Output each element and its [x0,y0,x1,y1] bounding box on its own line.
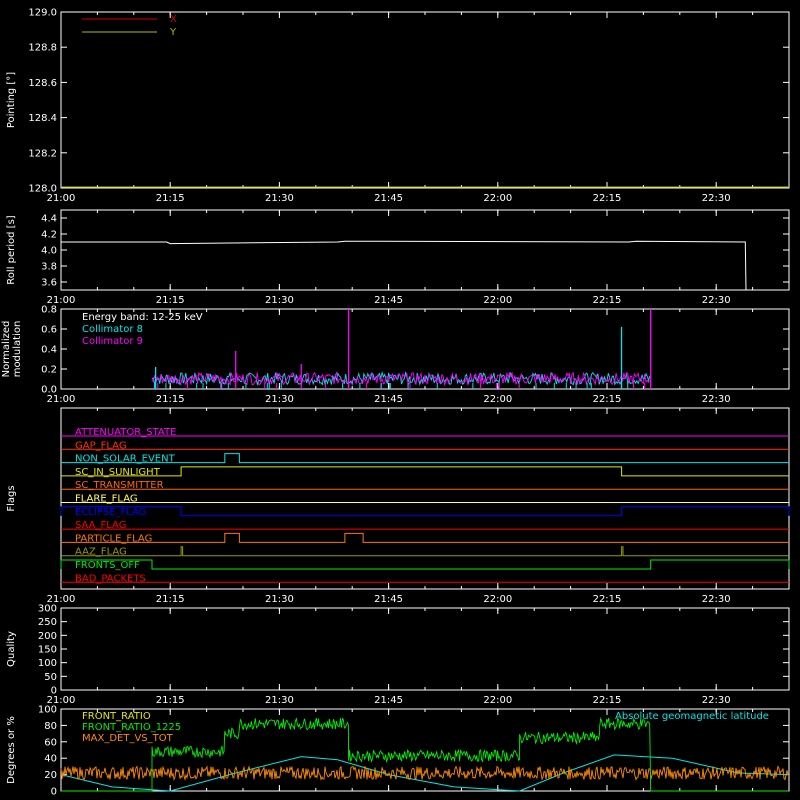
panel-frame [60,11,790,189]
y-tick-label: 50 [44,672,57,683]
panel-pointing: 21:00 21:15 21:30 21:45 22:00 22:15 22:30 Point… [6,8,790,204]
panel-modulation: 21:00 21:15 21:30 21:45 22:00 22:15 22:30 Norma… [1,305,790,405]
legend-label-collimator: Collimator 8 [82,324,143,335]
x-tick-label: 22:30 [702,695,731,706]
legend-label-ratio: FRONT_RATIO [82,711,151,722]
y-tick-label: 129.0 [28,8,57,19]
y-tick-label: 0.4 [41,345,57,356]
legend-label-ratio: FRONT_RATIO_1225 [82,722,181,733]
y-tick-label: 0.2 [41,365,57,376]
y-tick-label: 80 [44,721,57,732]
x-tick-label: 22:30 [702,193,731,204]
x-tick-label: 21:30 [265,594,294,605]
y-tick-label: 0 [51,787,57,798]
x-tick-label: 22:30 [702,394,731,405]
x-tick-label: 22:00 [483,594,512,605]
x-tick-label: 21:45 [374,695,403,706]
y-tick-label: 100 [38,658,57,669]
x-tick-label: 21:30 [265,295,294,306]
x-tick-label: 22:30 [702,295,731,306]
y-tick-label: 128.0 [28,184,57,195]
x-tick-label: 21:45 [374,394,403,405]
y-tick-label: 0.0 [41,385,57,396]
x-tick-label: 21:15 [156,295,185,306]
y-tick-label: 20 [44,770,57,781]
y-tick-label: 3.6 [41,278,57,289]
x-tick-label: 21:15 [156,594,185,605]
y-tick-label: 4.4 [41,214,57,225]
y-tick-label: 0.8 [41,305,57,316]
x-tick-label: 22:15 [593,295,622,306]
x-tick-label: 21:30 [265,695,294,706]
chart-canvas: 21:00 21:15 21:30 21:45 22:00 22:15 22:30 Point… [1,8,790,798]
x-tick-label: 22:15 [593,193,622,204]
x-tick-label: 22:15 [593,394,622,405]
x-tick-label: 21:00 [47,193,76,204]
panel-frame [60,209,790,291]
legend-label-x: X [170,14,177,25]
panel-roll: 21:00 21:15 21:30 21:45 22:00 22:15 22:30Roll … [6,209,790,306]
flag-label-eclipse-flag: ECLIPSE_FLAG [75,507,146,518]
flag-trace-fronts-off [60,559,790,570]
x-tick-label: 21:45 [374,295,403,306]
y-tick-label: 4.2 [41,230,57,241]
x-tick-label: 21:45 [374,594,403,605]
x-tick-label: 21:15 [156,193,185,204]
y-axis-label: Degrees or % [6,716,17,784]
panel-quality: 21:00 21:15 21:30 21:45 22:00 22:15 22:30Quali… [6,604,790,706]
legend-label-ratio: MAX_DET_VS_TOT [82,733,174,744]
x-tick-label: 21:30 [265,193,294,204]
x-tick-label: 21:30 [265,394,294,405]
panel-frame [60,607,790,691]
y-tick-label: 128.2 [28,148,57,159]
y-axis-label: Normalizedmodulation [1,321,23,378]
x-tick-label: 22:15 [593,695,622,706]
y-tick-label: 0 [51,686,57,697]
y-axis-label: Pointing [°] [6,72,17,128]
max-det-line [60,765,790,782]
y-tick-label: 4.0 [41,246,57,257]
y-tick-label: 100 [38,705,57,716]
y-tick-label: 150 [38,645,57,656]
flag-trace-sc-in-sunlight [61,466,789,477]
x-tick-label: 21:45 [374,193,403,204]
x-tick-label: 22:00 [483,394,512,405]
energy-band-annotation: Energy band: 12-25 keV [82,312,203,323]
y-tick-label: 128.4 [28,113,57,124]
y-tick-label: 3.8 [41,262,57,273]
y-tick-label: 300 [38,604,57,615]
legend-label-y: Y [169,27,177,38]
flag-label-fronts-off: FRONTS_OFF [75,560,140,571]
panel-ratios: Degrees or % 0 20 40 60 80 100 FRONT_RATIOFRONT… [6,705,790,798]
y-tick-label: 128.8 [28,43,57,54]
x-tick-label: 22:00 [483,695,512,706]
flag-trace-particle-flag [61,532,789,543]
y-tick-label: 60 [44,737,57,748]
roll-period-line [61,240,747,291]
legend-label-geomagnetic-latitude: Absolute geomagnetic latitude [615,711,769,722]
y-axis-label: Roll period [s] [6,215,17,284]
y-tick-label: 200 [38,631,57,642]
y-tick-label: 128.6 [28,78,57,89]
x-tick-label: 21:15 [156,394,185,405]
y-tick-label: 40 [44,754,57,765]
x-tick-label: 22:15 [593,594,622,605]
x-tick-label: 21:15 [156,695,185,706]
legend-label-collimator: Collimator 9 [82,336,143,347]
x-tick-label: 22:00 [483,193,512,204]
y-axis-label: Flags [6,485,17,511]
x-tick-label: 22:30 [702,594,731,605]
x-tick-label: 21:00 [47,394,76,405]
x-tick-label: 22:00 [483,295,512,306]
y-tick-label: 250 [38,617,57,628]
flag-trace-aaz-flag [61,546,789,557]
panel-flags: 21:00 21:15 21:30 21:45 22:00 22:15 22:30Flags… [6,407,790,605]
y-axis-label: Quality [6,631,17,667]
flag-trace-eclipse-flag [60,506,790,517]
y-tick-label: 0.6 [41,325,57,336]
